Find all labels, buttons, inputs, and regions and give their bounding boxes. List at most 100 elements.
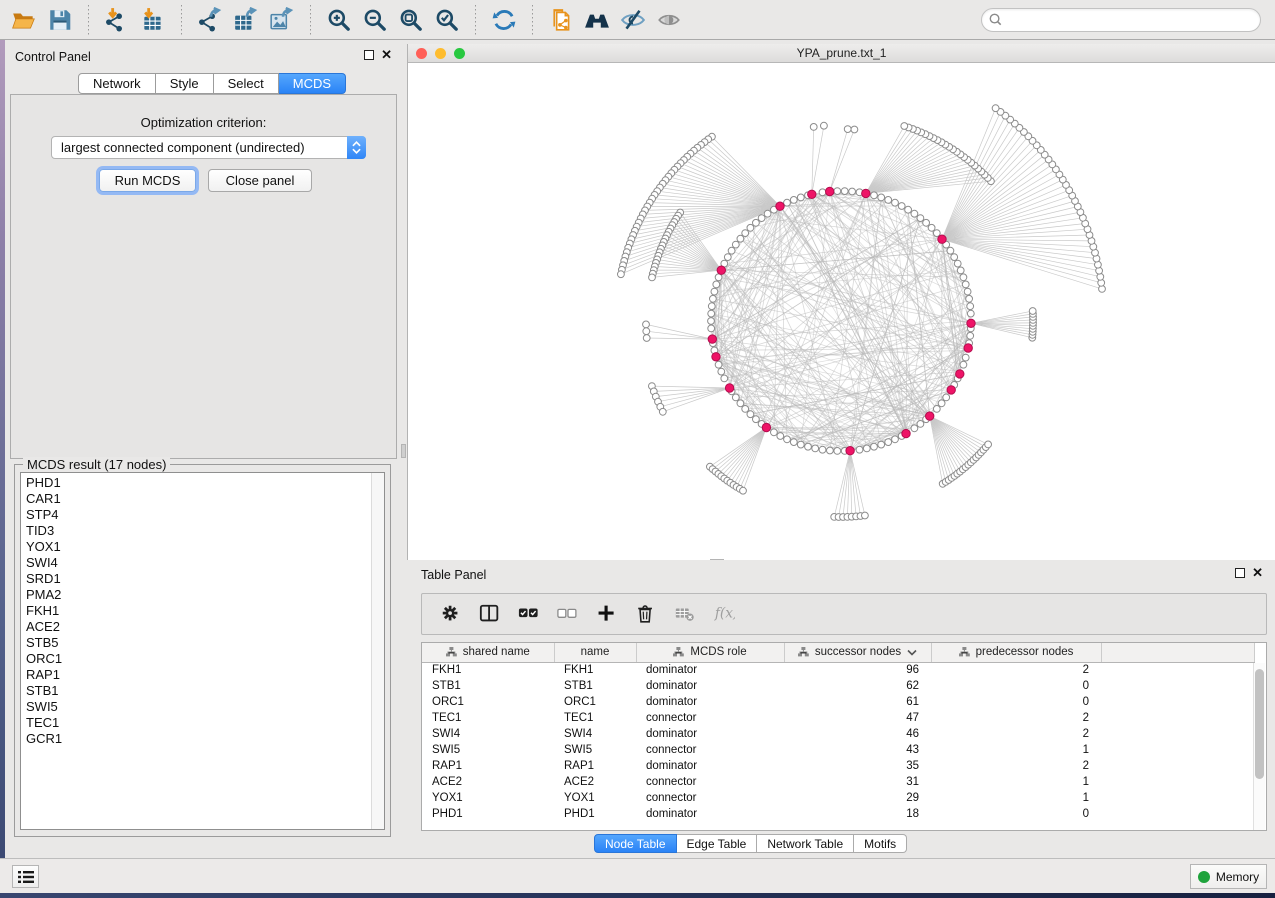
network-graph[interactable] xyxy=(408,63,1275,560)
graph-node[interactable] xyxy=(938,400,945,407)
graph-node[interactable] xyxy=(659,408,666,415)
graph-node[interactable] xyxy=(708,310,715,317)
tab-select[interactable]: Select xyxy=(214,73,279,94)
import-network-button[interactable] xyxy=(99,3,135,37)
graph-node[interactable] xyxy=(753,219,760,226)
add-column-button[interactable] xyxy=(592,599,622,629)
graph-node[interactable] xyxy=(721,375,728,382)
graph-node[interactable] xyxy=(862,512,869,519)
graph-node-mcds[interactable] xyxy=(967,319,975,327)
export-network-button[interactable] xyxy=(192,3,228,37)
graph-node[interactable] xyxy=(911,210,918,217)
graph-node-mcds[interactable] xyxy=(808,190,816,198)
graph-node[interactable] xyxy=(841,188,848,195)
close-panel-icon[interactable]: ✕ xyxy=(381,50,392,60)
clone-network-button[interactable] xyxy=(543,3,579,37)
graph-node[interactable] xyxy=(917,215,924,222)
hide-selected-button[interactable] xyxy=(615,3,651,37)
graph-node[interactable] xyxy=(810,124,817,131)
graph-node[interactable] xyxy=(871,192,878,199)
graph-node-mcds[interactable] xyxy=(926,412,934,420)
graph-node[interactable] xyxy=(851,126,858,133)
column-header-shared-name[interactable]: shared name xyxy=(422,643,554,662)
table-row[interactable]: ACE2ACE2connector311 xyxy=(422,774,1254,790)
graph-node[interactable] xyxy=(737,400,744,407)
select-all-button[interactable] xyxy=(514,599,544,629)
graph-node[interactable] xyxy=(742,406,749,413)
graph-node[interactable] xyxy=(771,429,778,436)
column-header-MCDS-role[interactable]: MCDS role xyxy=(636,643,784,662)
zoom-in-button[interactable] xyxy=(321,3,357,37)
memory-button[interactable]: Memory xyxy=(1190,864,1267,889)
graph-node[interactable] xyxy=(747,224,754,231)
mcds-result-item[interactable]: GCR1 xyxy=(26,731,384,747)
mcds-result-item[interactable]: YOX1 xyxy=(26,539,384,555)
mcds-result-list[interactable]: PHD1CAR1STP4TID3YOX1SWI4SRD1PMA2FKH1ACE2… xyxy=(20,472,385,830)
graph-node[interactable] xyxy=(962,281,969,288)
mcds-result-item[interactable]: STB5 xyxy=(26,635,384,651)
tab-node-table[interactable]: Node Table xyxy=(594,834,677,853)
graph-node[interactable] xyxy=(827,447,834,454)
graph-node-mcds[interactable] xyxy=(862,189,870,197)
graph-node[interactable] xyxy=(819,189,826,196)
graph-node[interactable] xyxy=(715,274,722,281)
graph-node[interactable] xyxy=(728,247,735,254)
mcds-result-item[interactable]: RAP1 xyxy=(26,667,384,683)
graph-node[interactable] xyxy=(708,303,715,310)
graph-node[interactable] xyxy=(711,288,718,295)
mcds-list-scrollbar[interactable] xyxy=(371,473,384,829)
graph-node-mcds[interactable] xyxy=(826,187,834,195)
deselect-all-button[interactable] xyxy=(553,599,583,629)
graph-node[interactable] xyxy=(737,235,744,242)
mcds-result-item[interactable]: CAR1 xyxy=(26,491,384,507)
graph-node[interactable] xyxy=(805,443,812,450)
graph-node[interactable] xyxy=(985,441,992,448)
graph-node[interactable] xyxy=(967,303,974,310)
graph-node[interactable] xyxy=(960,274,967,281)
tab-style[interactable]: Style xyxy=(156,73,214,94)
graph-node[interactable] xyxy=(967,332,974,339)
graph-node[interactable] xyxy=(1029,308,1036,315)
network-window-titlebar[interactable]: YPA_prune.txt_1 xyxy=(408,44,1275,63)
graph-node-mcds[interactable] xyxy=(938,235,946,243)
graph-node[interactable] xyxy=(643,321,650,328)
mcds-result-item[interactable]: PMA2 xyxy=(26,587,384,603)
open-folder-button[interactable] xyxy=(6,3,42,37)
graph-node-mcds[interactable] xyxy=(717,266,725,274)
task-history-button[interactable] xyxy=(12,865,39,888)
graph-node-mcds[interactable] xyxy=(902,429,910,437)
graph-node[interactable] xyxy=(957,267,964,274)
graph-node[interactable] xyxy=(933,406,940,413)
import-table-button[interactable] xyxy=(135,3,171,37)
tab-edge-table[interactable]: Edge Table xyxy=(677,834,758,853)
mcds-result-item[interactable]: TEC1 xyxy=(26,715,384,731)
float-panel-icon[interactable] xyxy=(1235,568,1245,578)
graph-node-mcds[interactable] xyxy=(762,423,770,431)
graph-node[interactable] xyxy=(740,487,747,494)
graph-node[interactable] xyxy=(718,368,725,375)
graph-node[interactable] xyxy=(764,210,771,217)
graph-node[interactable] xyxy=(885,439,892,446)
close-panel-button[interactable]: Close panel xyxy=(208,169,312,192)
graph-node[interactable] xyxy=(643,335,650,342)
show-all-button[interactable] xyxy=(651,3,687,37)
mcds-result-item[interactable]: SWI4 xyxy=(26,555,384,571)
mcds-result-item[interactable]: TID3 xyxy=(26,523,384,539)
network-canvas[interactable] xyxy=(408,63,1275,560)
graph-node[interactable] xyxy=(892,436,899,443)
refresh-button[interactable] xyxy=(486,3,522,37)
graph-node[interactable] xyxy=(643,328,650,335)
graph-node[interactable] xyxy=(821,122,828,129)
graph-node[interactable] xyxy=(649,274,656,281)
table-row[interactable]: TEC1TEC1connector472 xyxy=(422,710,1254,726)
graph-node[interactable] xyxy=(1097,273,1104,280)
graph-node[interactable] xyxy=(708,325,715,332)
mcds-result-item[interactable]: STB1 xyxy=(26,683,384,699)
graph-node-mcds[interactable] xyxy=(725,384,733,392)
graph-node[interactable] xyxy=(732,241,739,248)
mcds-result-item[interactable]: SWI5 xyxy=(26,699,384,715)
export-table-button[interactable] xyxy=(228,3,264,37)
mcds-result-item[interactable]: ORC1 xyxy=(26,651,384,667)
graph-node[interactable] xyxy=(797,194,804,201)
mcds-result-item[interactable]: FKH1 xyxy=(26,603,384,619)
